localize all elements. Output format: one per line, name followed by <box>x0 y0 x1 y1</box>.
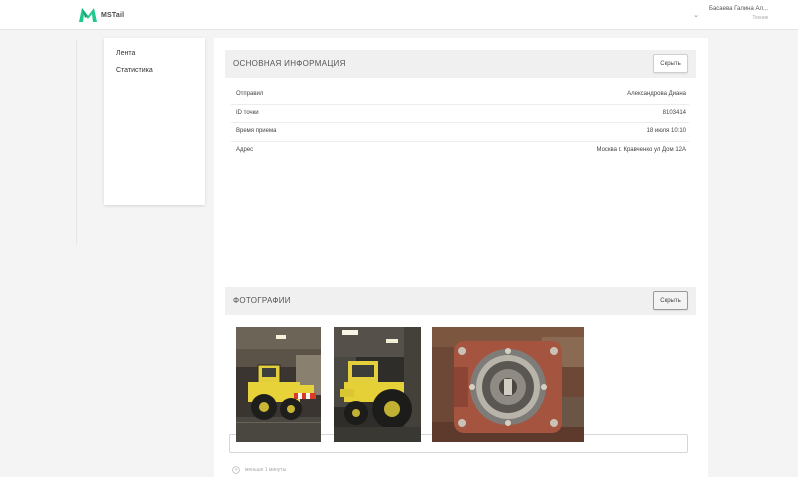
info-table: Отправил Александрова Диана ID точки 810… <box>231 86 689 160</box>
tractor-photo-image <box>334 327 421 442</box>
clock-icon <box>232 466 240 474</box>
info-value: Москва г. Кравченко ул Дом 12А <box>596 146 686 153</box>
photos-section-title: ФОТОГРАФИИ <box>233 296 291 305</box>
info-value: 18 июля 10:10 <box>646 128 687 134</box>
main-panel: ОСНОВНАЯ ИНФОРМАЦИЯ Скрыть Отправил Алек… <box>214 38 708 477</box>
tractor-photo-image <box>236 327 321 442</box>
chevron-down-icon[interactable]: ⌄ <box>693 11 699 19</box>
photos-section-header: ФОТОГРАФИИ Скрыть <box>225 287 696 315</box>
info-row-sender: Отправил Александрова Диана <box>231 86 689 105</box>
sidebar-item-feed[interactable]: Лента <box>104 45 205 62</box>
timestamp-text: меньше 1 минуты <box>245 467 287 473</box>
info-section-title: ОСНОВНАЯ ИНФОРМАЦИЯ <box>233 59 346 68</box>
photo-thumbnail[interactable] <box>334 327 421 442</box>
photo-thumbnail[interactable] <box>236 327 321 442</box>
user-role: Техник <box>752 15 768 21</box>
hide-info-button[interactable]: Скрыть <box>653 54 688 73</box>
info-section-header: ОСНОВНАЯ ИНФОРМАЦИЯ Скрыть <box>225 50 696 78</box>
logo-icon <box>79 8 97 22</box>
info-label: ID точки <box>236 109 259 116</box>
info-row-address: Адрес Москва г. Кравченко ул Дом 12А <box>231 142 689 161</box>
top-bar: MSTail Басаева Галина Ал... Техник ⌄ <box>0 0 798 30</box>
logo[interactable]: MSTail <box>79 8 124 22</box>
info-label: Адрес <box>236 146 254 153</box>
divider <box>76 40 77 245</box>
info-label: Время приема <box>236 128 277 134</box>
info-value: 8103414 <box>662 109 686 116</box>
info-value: Александрова Диана <box>627 91 686 97</box>
logo-text: MSTail <box>101 11 125 19</box>
info-label: Отправил <box>236 91 264 97</box>
hide-photos-button[interactable]: Скрыть <box>653 291 688 310</box>
timestamp-row: меньше 1 минуты <box>232 466 286 474</box>
engine-part-photo-image <box>432 327 584 442</box>
sidebar: Лента Статистика <box>104 38 205 205</box>
user-menu[interactable]: Басаева Галина Ал... Техник <box>709 6 768 21</box>
user-name: Басаева Галина Ал... <box>709 6 768 12</box>
sidebar-item-statistics[interactable]: Статистика <box>104 62 205 79</box>
info-row-point-id: ID точки 8103414 <box>231 105 689 123</box>
photo-thumbnail[interactable] <box>432 327 584 442</box>
info-row-time: Время приема 18 июля 10:10 <box>231 123 689 142</box>
